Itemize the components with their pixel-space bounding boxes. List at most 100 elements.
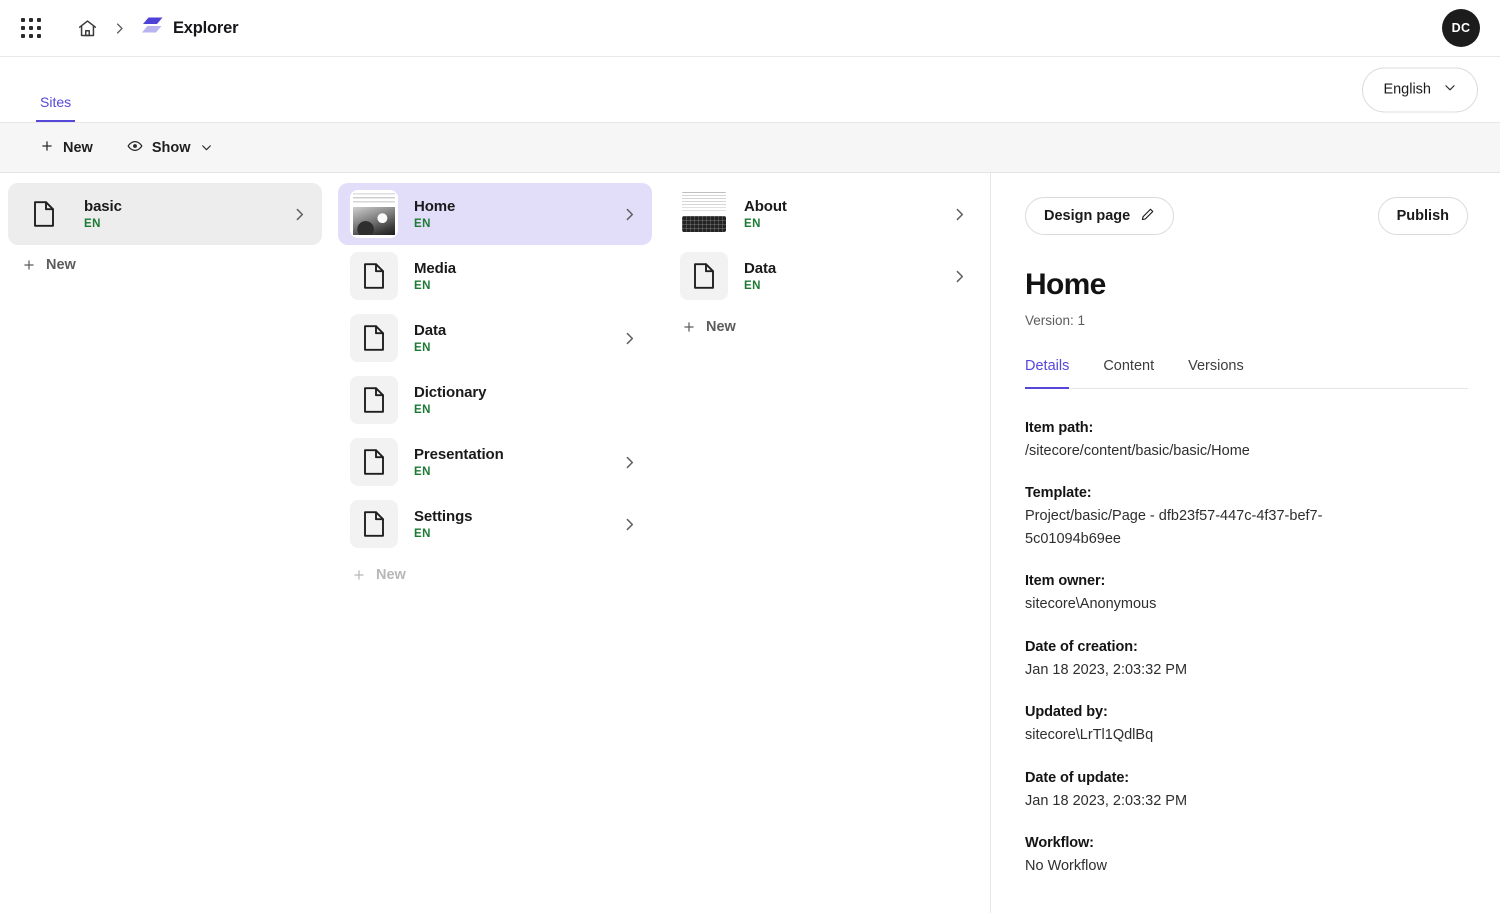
- detail-field: Template: Project/basic/Page - dfb23f57-4…: [1025, 485, 1468, 550]
- detail-tab-details[interactable]: Details: [1025, 358, 1070, 389]
- tree-item-dictionary[interactable]: Dictionary EN: [338, 369, 652, 431]
- new-item-button[interactable]: New: [338, 557, 652, 593]
- column-site-children-column: Home EN Media EN Data EN Dictionary EN Presentat…: [330, 173, 660, 913]
- tree-item-language-badge: EN: [744, 218, 761, 231]
- detail-field-label: Updated by:: [1025, 704, 1108, 721]
- tree-item-label: Media: [414, 259, 457, 277]
- tree-item-language-badge: EN: [414, 528, 431, 541]
- new-button[interactable]: New: [28, 133, 105, 163]
- chevron-right-icon[interactable]: [291, 206, 308, 223]
- eye-icon: [127, 138, 143, 158]
- new-item-button[interactable]: New: [668, 309, 982, 345]
- show-button-label: Show: [151, 139, 191, 156]
- document-icon: [350, 438, 398, 486]
- tree-item-text: Settings EN: [414, 508, 605, 541]
- detail-field-value: sitecore\Anonymous: [1025, 596, 1157, 613]
- tree-item-language-badge: EN: [414, 218, 431, 231]
- home-icon[interactable]: [70, 11, 104, 45]
- chevron-right-icon[interactable]: [621, 330, 638, 347]
- chevron-right-icon[interactable]: [951, 268, 968, 285]
- content-toolbar: New Show: [0, 123, 1500, 173]
- chevron-right-icon[interactable]: [621, 206, 638, 223]
- tree-item-language-badge: EN: [744, 280, 761, 293]
- detail-field: Workflow: No Workflow: [1025, 835, 1468, 877]
- tree-item-language-badge: EN: [414, 342, 431, 355]
- tab-sites[interactable]: Sites: [36, 95, 76, 122]
- document-icon: [350, 500, 398, 548]
- detail-field-value: /sitecore/content/basic/basic/Home: [1025, 443, 1250, 459]
- language-selector[interactable]: English: [1362, 67, 1478, 112]
- tree-item-presentation[interactable]: Presentation EN: [338, 431, 652, 493]
- publish-button[interactable]: Publish: [1377, 197, 1468, 235]
- document-icon: [350, 252, 398, 300]
- tree-item-home[interactable]: Home EN: [338, 183, 652, 245]
- tree-item-label: Home: [414, 197, 456, 215]
- breadcrumb-chevron-right-icon: [112, 21, 127, 36]
- tree-item-text: Media EN: [414, 260, 638, 293]
- detail-field-label: Item path:: [1025, 420, 1094, 436]
- pencil-icon: [1140, 207, 1155, 226]
- chevron-down-icon: [1443, 81, 1457, 99]
- detail-field-value: Project/basic/Page - dfb23f57-447c-4f37-…: [1025, 508, 1323, 547]
- column-sites-column: basic EN New: [0, 173, 330, 913]
- plus-icon: [22, 258, 36, 272]
- tree-item-basic[interactable]: basic EN: [8, 183, 322, 245]
- tree-item-language-badge: EN: [414, 404, 431, 417]
- tree-item-text: Dictionary EN: [414, 384, 638, 417]
- detail-fields: Item path: /sitecore/content/basic/basic/…: [1025, 420, 1468, 878]
- tree-item-label: Presentation: [414, 445, 504, 463]
- sitecore-explorer-logo-icon: [141, 16, 164, 41]
- tree-item-settings[interactable]: Settings EN: [338, 493, 652, 555]
- detail-field-label: Template:: [1025, 485, 1092, 502]
- document-icon: [350, 376, 398, 424]
- version-label: Version: 1: [1025, 313, 1086, 328]
- detail-field-label: Workflow:: [1025, 835, 1094, 852]
- tree-item-language-badge: EN: [414, 466, 431, 479]
- language-selector-value: English: [1383, 81, 1431, 98]
- tree-item-text: basic EN: [84, 198, 275, 231]
- design-page-button-label: Design page: [1044, 208, 1131, 224]
- top-app-bar: Explorer DC: [0, 0, 1500, 57]
- detail-tab-versions[interactable]: Versions: [1188, 358, 1244, 389]
- tree-item-data[interactable]: Data EN: [338, 307, 652, 369]
- detail-field: Date of update: Jan 18 2023, 2:03:32 PM: [1025, 770, 1468, 812]
- detail-tab-content[interactable]: Content: [1103, 358, 1154, 389]
- detail-field-value: Jan 18 2023, 2:03:32 PM: [1025, 792, 1188, 809]
- new-item-button[interactable]: New: [8, 247, 322, 283]
- document-icon: [680, 252, 728, 300]
- tree-item-data[interactable]: Data EN: [668, 245, 982, 307]
- tree-item-about[interactable]: About EN: [668, 183, 982, 245]
- tree-item-text: Data EN: [744, 260, 935, 293]
- tree-item-label: Dictionary: [414, 383, 487, 401]
- chevron-right-icon[interactable]: [951, 206, 968, 223]
- detail-field-value: Jan 18 2023, 2:03:32 PM: [1025, 661, 1188, 678]
- plus-icon: [682, 320, 696, 334]
- detail-field: Updated by: sitecore\LrTl1QdlBq: [1025, 704, 1468, 746]
- apps-grid-icon[interactable]: [14, 11, 48, 45]
- tree-item-text: About EN: [744, 198, 935, 231]
- chevron-down-icon: [200, 141, 213, 154]
- detail-field-label: Date of update:: [1025, 769, 1130, 786]
- breadcrumb-explorer[interactable]: Explorer: [135, 12, 244, 45]
- tree-item-language-badge: EN: [84, 218, 101, 231]
- page-thumbnail-icon: [680, 190, 728, 238]
- show-button[interactable]: Show: [115, 132, 225, 164]
- plus-icon: [40, 139, 54, 157]
- explorer-main: basic EN New Home EN Media EN Data EN Dictionary…: [0, 173, 1500, 913]
- publish-button-label: Publish: [1396, 208, 1449, 224]
- tree-item-media[interactable]: Media EN: [338, 245, 652, 307]
- item-detail-panel: Design page Publish Home Version: 1 Deta…: [990, 173, 1500, 913]
- tree-item-label: Settings: [414, 507, 473, 525]
- tab-strip: Sites English: [0, 57, 1500, 123]
- chevron-right-icon[interactable]: [621, 516, 638, 533]
- avatar[interactable]: DC: [1442, 9, 1480, 47]
- detail-action-bar: Design page Publish: [1025, 197, 1468, 235]
- tree-item-language-badge: EN: [414, 280, 431, 293]
- document-icon: [20, 190, 68, 238]
- chevron-right-icon[interactable]: [621, 454, 638, 471]
- detail-field-value: sitecore\LrTl1QdlBq: [1025, 727, 1154, 744]
- design-page-button[interactable]: Design page: [1025, 197, 1175, 235]
- detail-field: Date of creation: Jan 18 2023, 2:03:32 PM: [1025, 639, 1468, 681]
- new-button-label: New: [63, 139, 93, 156]
- tree-item-text: Data EN: [414, 322, 605, 355]
